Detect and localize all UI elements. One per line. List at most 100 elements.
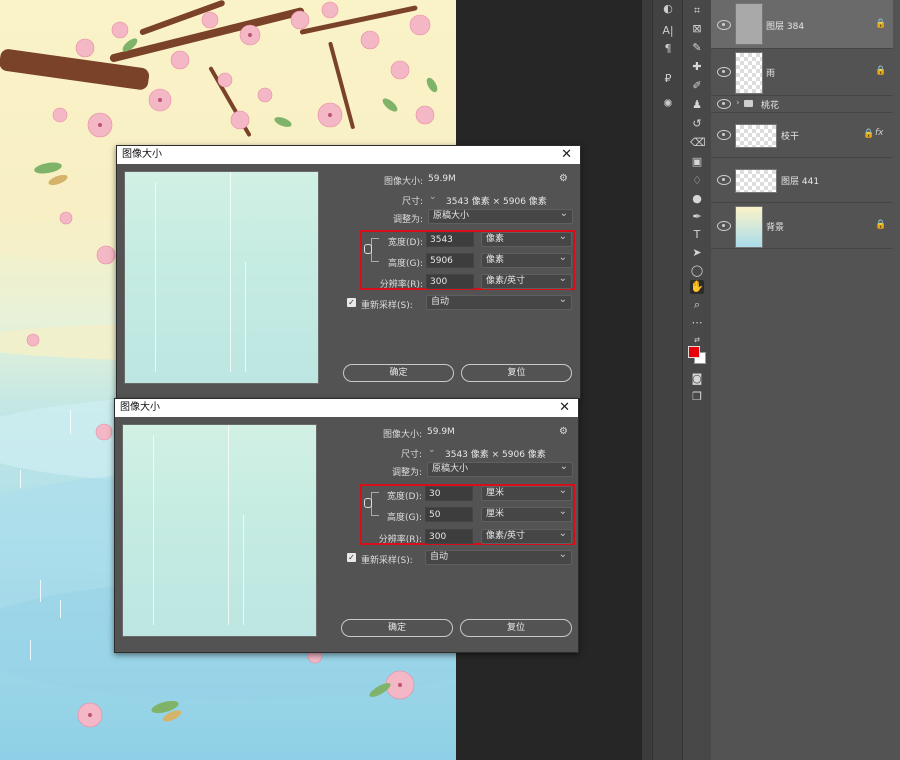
group-expand-chevron-icon[interactable]: › (736, 98, 740, 108)
close-icon[interactable]: ✕ (561, 146, 572, 164)
layer-thumbnail (735, 124, 777, 148)
dimensions-chevron-icon[interactable]: ⌄ (429, 192, 437, 202)
fit-to-select[interactable]: 原稿大小 (428, 207, 573, 224)
visibility-eye-icon[interactable] (717, 221, 731, 231)
width-unit-select[interactable]: 像素 (481, 230, 572, 247)
quick-mask-icon[interactable]: ◙ (690, 372, 704, 386)
resample-checkbox[interactable]: ✓ (347, 298, 356, 307)
dodge-tool-icon[interactable]: ● (690, 192, 704, 206)
stamp-tool-icon[interactable]: ♟ (690, 98, 704, 112)
layer-row[interactable]: 图层 441 (711, 158, 893, 203)
layer-row[interactable]: 背景 🔒 (711, 203, 893, 249)
height-input[interactable]: 5906 (426, 253, 474, 268)
rain-streak (153, 435, 154, 625)
eraser-tool-icon[interactable]: ⌫ (690, 136, 706, 150)
adjustment-icon[interactable]: ◐ (661, 2, 675, 16)
rain-streak (70, 410, 71, 434)
layer-row[interactable]: 枝干 🔒 fx (711, 113, 893, 158)
gear-icon[interactable]: ⚙ (559, 173, 568, 184)
resolution-input[interactable]: 300 (426, 274, 474, 289)
brush-settings-icon[interactable]: ✺ (661, 97, 675, 111)
dimensions-chevron-icon[interactable]: ⌄ (428, 445, 436, 455)
dialog-title-bar[interactable]: 图像大小 ✕ (115, 399, 578, 417)
fit-to-label: 调整为: (392, 215, 423, 225)
fx-badge[interactable]: fx (875, 128, 884, 138)
image-preview[interactable] (124, 171, 319, 384)
hand-tool-icon[interactable]: ✋ (690, 280, 704, 294)
blur-tool-icon[interactable]: ♢ (690, 174, 704, 188)
mini-panel-strip: ◐ A| ¶ ₽ ✺ (652, 0, 683, 760)
gear-icon[interactable]: ⚙ (559, 426, 568, 437)
fit-to-select[interactable]: 原稿大小 (427, 460, 573, 477)
frame-tool-icon[interactable]: ⊠ (690, 22, 704, 36)
character-icon[interactable]: A| (661, 24, 675, 38)
visibility-eye-icon[interactable] (717, 99, 731, 109)
dimensions-label: 尺寸: (400, 450, 422, 460)
resolution-unit-select[interactable]: 像素/英寸 (481, 527, 572, 544)
image-size-dialog: 图像大小 ✕ 图像大小: 59.9M ⚙ 尺寸: ⌄ 3543 像素 × 590… (116, 145, 581, 399)
dialog-title: 图像大小 (120, 402, 160, 413)
layer-row[interactable]: 雨 🔒 (711, 49, 893, 96)
history-brush-icon[interactable]: ↺ (690, 117, 704, 131)
eyedropper-tool-icon[interactable]: ✎ (690, 41, 704, 55)
layer-name: 背景 (766, 223, 785, 233)
path-selection-icon[interactable]: ➤ (690, 246, 704, 260)
zoom-tool-icon[interactable]: ⌕ (690, 298, 704, 312)
resample-select[interactable]: 自动 (425, 548, 572, 565)
height-unit-select[interactable]: 像素 (481, 251, 572, 268)
layer-name: 枝干 (781, 132, 800, 142)
tools-panel: ⌗ ⊠ ✎ ✚ ✐ ♟ ↺ ⌫ ▣ ♢ ● ✒ T ➤ ◯ ✋ ⌕ ⋯ ⇄ ◙ … (682, 0, 712, 760)
screen-mode-icon[interactable]: ❐ (690, 390, 704, 404)
resolution-label: 分辨率(R): (378, 535, 422, 545)
pen-tool-icon[interactable]: ✒ (690, 210, 704, 224)
type-tool-icon[interactable]: T (690, 228, 704, 242)
swap-colors-icon[interactable]: ⇄ (690, 333, 704, 347)
resolution-unit-select[interactable]: 像素/英寸 (481, 272, 572, 289)
more-tools-icon[interactable]: ⋯ (690, 316, 704, 330)
visibility-eye-icon[interactable] (717, 175, 731, 185)
width-unit-select[interactable]: 厘米 (481, 484, 572, 501)
image-preview[interactable] (122, 424, 317, 637)
reset-button[interactable]: 复位 (461, 364, 572, 382)
ok-button[interactable]: 确定 (341, 619, 453, 637)
resample-select[interactable]: 自动 (426, 293, 572, 310)
close-icon[interactable]: ✕ (559, 399, 570, 417)
rain-streak (20, 470, 21, 488)
width-input[interactable]: 3543 (426, 232, 474, 247)
shape-tool-icon[interactable]: ◯ (690, 264, 704, 278)
visibility-eye-icon[interactable] (717, 130, 731, 140)
paragraph-icon[interactable]: ¶ (661, 42, 675, 56)
folder-icon (744, 100, 753, 107)
ok-button[interactable]: 确定 (343, 364, 454, 382)
layer-name: 雨 (766, 69, 776, 79)
rain-streak (155, 182, 156, 372)
foreground-color-swatch[interactable] (688, 346, 700, 358)
layer-group-row[interactable]: › 桃花 (711, 96, 893, 113)
rain-streak (30, 640, 31, 660)
reset-button[interactable]: 复位 (460, 619, 572, 637)
layer-row[interactable]: 图层 384 🔒 (711, 0, 893, 49)
rain-streak (40, 580, 41, 602)
dialog-title-bar[interactable]: 图像大小 ✕ (117, 146, 580, 164)
dimensions-label: 尺寸: (401, 197, 423, 207)
healing-tool-icon[interactable]: ✚ (690, 60, 704, 74)
height-unit-select[interactable]: 厘米 (481, 505, 572, 522)
plugin-icon[interactable]: ₽ (661, 72, 675, 86)
width-label: 宽度(D): (388, 238, 423, 248)
brush-tool-icon[interactable]: ✐ (690, 79, 704, 93)
visibility-eye-icon[interactable] (717, 67, 731, 77)
fit-to-label: 调整为: (391, 468, 422, 478)
panel-divider (642, 0, 652, 760)
height-label: 高度(G): (387, 259, 423, 269)
width-input[interactable]: 30 (425, 486, 473, 501)
height-input[interactable]: 50 (425, 507, 473, 522)
dimensions-value: 3543 像素 × 5906 像素 (445, 450, 546, 460)
visibility-eye-icon[interactable] (717, 20, 731, 30)
resolution-input[interactable]: 300 (425, 529, 473, 544)
crop-tool-icon[interactable]: ⌗ (690, 4, 704, 18)
layer-thumbnail (735, 169, 777, 193)
resolution-label: 分辨率(R): (379, 280, 423, 290)
lock-icon: 🔒 (875, 220, 887, 230)
gradient-tool-icon[interactable]: ▣ (690, 155, 704, 169)
resample-checkbox[interactable]: ✓ (347, 553, 356, 562)
